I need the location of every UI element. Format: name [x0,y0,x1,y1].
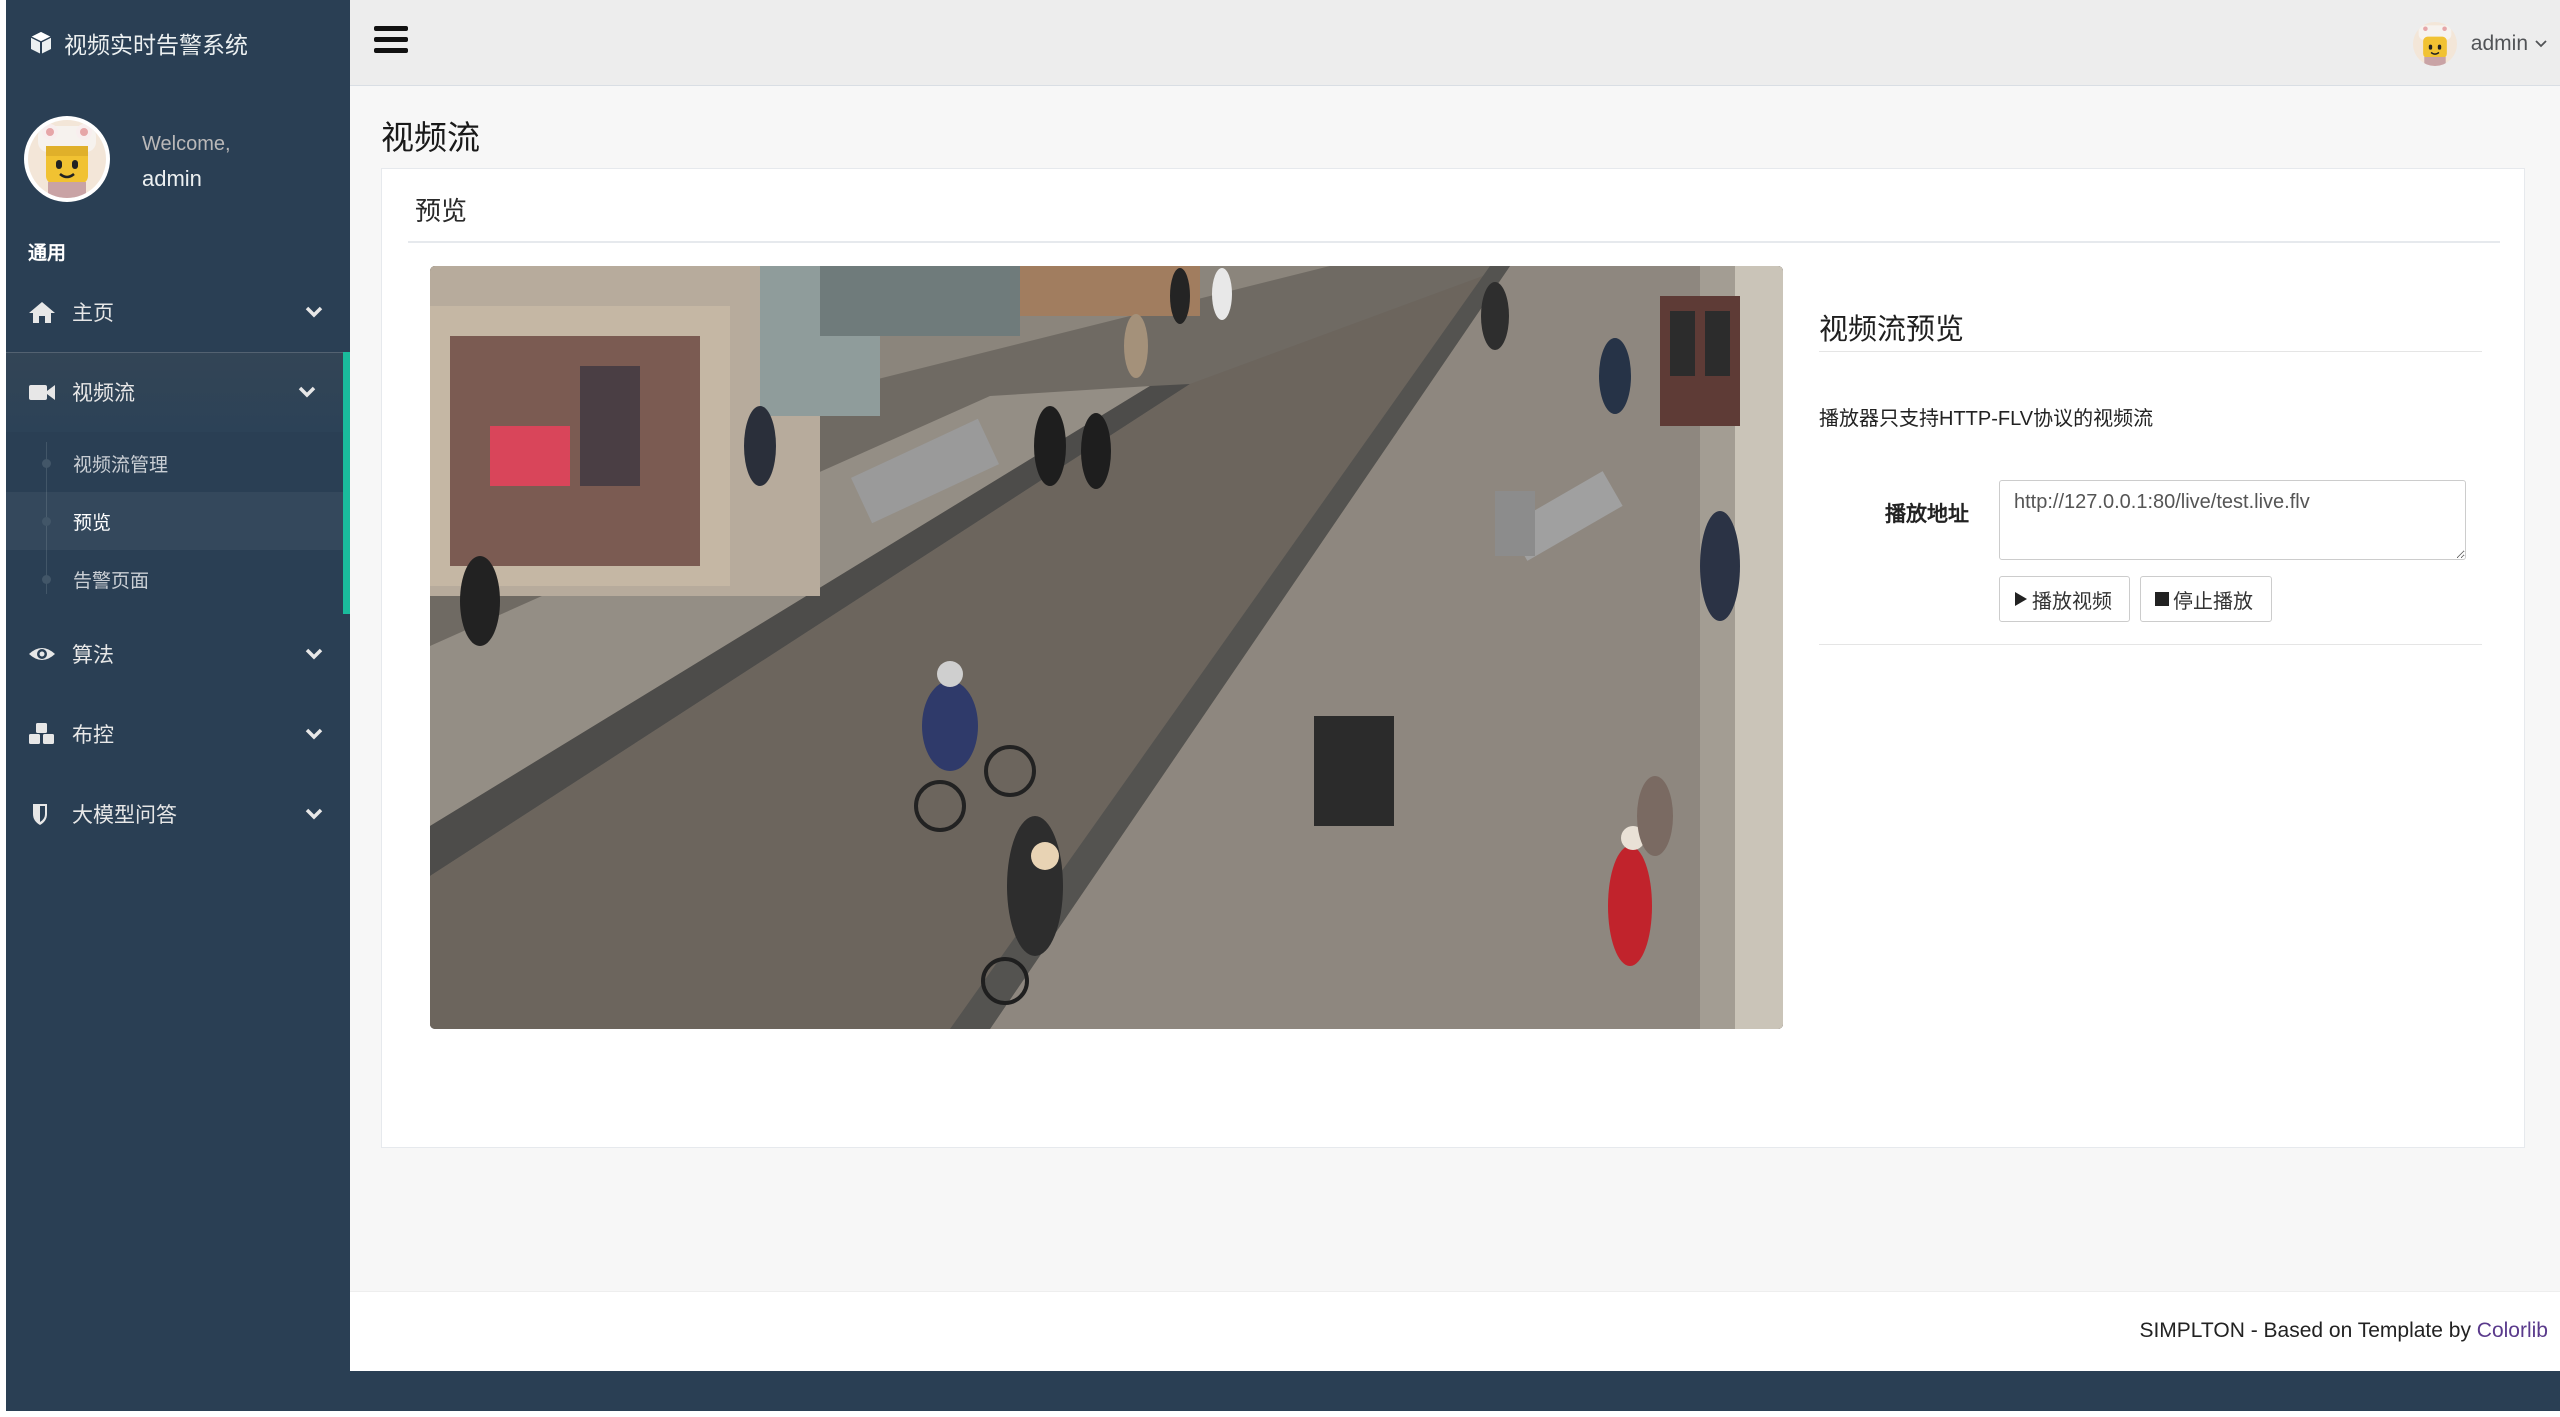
panel-title: 预览 [415,196,468,226]
address-label: 播放地址 [1885,503,1969,526]
bullet-icon [42,459,51,468]
main-content: 视频流 预览 视频流预览 播放器只支持HTTP-FLV协议的视频流 播放地址 h… [350,86,2560,1371]
footer-text: SIMPLTON - Based on Template by Colorlib [2139,1319,2548,1343]
sidebar: 视频实时告警系统 Welcome, admin 通用 主页 视频流 视频流管理 … [6,0,350,1411]
divider [408,241,2500,243]
bullet-icon [42,517,51,526]
menu-section-title: 通用 [28,243,67,264]
user-dropdown[interactable]: admin [2412,22,2548,66]
sidebar-item-video-stream[interactable]: 视频流 [6,352,350,432]
footer: SIMPLTON - Based on Template by Colorlib [350,1291,2560,1371]
chevron-down-icon [305,808,323,820]
stream-url-input[interactable] [1999,480,2466,560]
brand[interactable]: 视频实时告警系统 [28,26,248,60]
play-video-button[interactable]: 播放视频 [1999,576,2130,622]
stop-icon [2155,592,2169,606]
profile-avatar [24,116,110,202]
video-stream-submenu: 视频流管理 预览 告警页面 [6,432,350,614]
shield-icon [28,801,58,827]
colorlib-link[interactable]: Colorlib [2477,1319,2548,1342]
sidebar-item-label: 主页 [72,302,114,325]
sidebar-item-llm-qa[interactable]: 大模型问答 [6,774,350,854]
sidebar-menu: 主页 视频流 视频流管理 预览 告警页面 算法 布控 大模型问答 [6,272,350,854]
menu-toggle-icon[interactable] [374,26,408,58]
eye-icon [28,641,58,667]
format-note: 播放器只支持HTTP-FLV协议的视频流 [1819,408,2154,430]
submenu-item-label: 告警页面 [73,570,150,592]
sidebar-item-algorithm[interactable]: 算法 [6,614,350,694]
chevron-down-icon [305,306,323,318]
sidebar-item-home[interactable]: 主页 [6,272,350,352]
welcome-text: Welcome, [142,133,231,155]
video-camera-icon [28,379,58,405]
app-window: 视频实时告警系统 Welcome, admin 通用 主页 视频流 视频流管理 … [6,0,2560,1411]
divider [1819,351,2482,352]
submenu-item-preview[interactable]: 预览 [6,492,343,550]
cubes-icon [28,721,58,747]
form-title: 视频流预览 [1819,314,1965,346]
page-title: 视频流 [381,119,480,156]
sidebar-item-label: 大模型问答 [72,804,177,827]
submenu-item-stream-management[interactable]: 视频流管理 [6,434,343,492]
chevron-down-icon [2535,40,2547,48]
bullet-icon [42,575,51,584]
play-button-label: 播放视频 [2032,590,2112,613]
sidebar-item-label: 视频流 [72,382,135,405]
user-dropdown-label: admin [2470,32,2528,55]
divider [1819,644,2482,645]
footer-credit: SIMPLTON - Based on Template by [2139,1319,2477,1342]
submenu-item-label: 预览 [73,512,112,534]
sidebar-item-label: 布控 [72,724,114,747]
video-player[interactable] [430,266,1783,1029]
stop-button-label: 停止播放 [2173,590,2253,613]
chevron-down-icon [298,386,316,398]
chevron-down-icon [305,648,323,660]
submenu-item-label: 视频流管理 [73,454,169,476]
preview-panel: 预览 视频流预览 播放器只支持HTTP-FLV协议的视频流 播放地址 http:… [381,168,2525,1148]
video-frame-image [430,266,1783,1029]
cube-icon [30,32,52,54]
avatar-image [28,120,106,198]
profile-username: admin [142,166,202,191]
submenu-item-alert-page[interactable]: 告警页面 [6,550,343,608]
brand-title: 视频实时告警系统 [64,32,248,58]
play-icon [2015,592,2027,606]
home-icon [28,299,58,325]
top-navbar: admin [350,0,2560,86]
stop-playback-button[interactable]: 停止播放 [2140,576,2272,622]
chevron-down-icon [305,728,323,740]
sidebar-item-deployment[interactable]: 布控 [6,694,350,774]
sidebar-item-label: 算法 [72,644,114,667]
avatar [2412,22,2457,66]
